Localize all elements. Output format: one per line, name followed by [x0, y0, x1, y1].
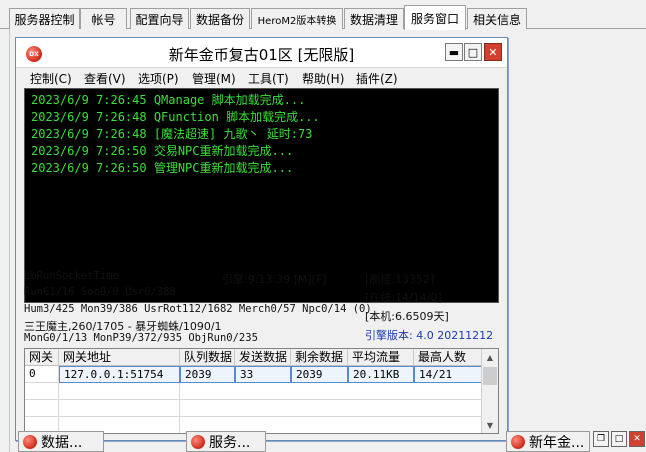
status-object-counters: MonG0/1/13 MonP39/372/935 ObjRun0/235	[24, 332, 258, 344]
minimized-window-2[interactable]: 服务...	[186, 431, 266, 452]
server-window: DX 新年金币复古01区 [无限版] ▬ □ ✕ 控制(C) 查看(V) 选项(…	[15, 37, 508, 441]
table-row-empty	[25, 400, 482, 417]
restore-icon: ❐	[596, 434, 606, 444]
status-run-counters: Run61/16 Soc0/0 Usr0/388	[24, 286, 176, 298]
maximize-button[interactable]: □	[464, 43, 482, 61]
vertical-scrollbar[interactable]: ▲ ▼	[481, 349, 498, 433]
tab-label: 数据备份	[195, 12, 244, 27]
maximize-button[interactable]: □	[611, 431, 627, 447]
scroll-thumb[interactable]	[483, 367, 497, 385]
column-header-send-data[interactable]: 发送数据	[235, 349, 291, 366]
minimized-window-label: 新年金...	[529, 434, 585, 451]
status-machine-uptime: [本机:6.6509天]	[365, 310, 449, 323]
cell-gateway: 0	[25, 366, 59, 383]
column-header-remaining-data[interactable]: 剩余数据	[291, 349, 348, 366]
minimized-window-3[interactable]: 新年金...	[506, 431, 590, 452]
engine-version: 引擎版本: 4.0 20211212	[365, 329, 494, 342]
tab-data-cleanup[interactable]: 数据清理	[344, 8, 404, 29]
main-tab-strip: 服务器控制 帐号 配置向导 数据备份 HeroM2版本转换 数据清理 服务窗口 …	[0, 0, 646, 30]
table-header: 网关 网关地址 队列数据 发送数据 剩余数据 平均流量 最高人数	[25, 349, 482, 366]
app-logo-icon	[23, 434, 37, 449]
scroll-up-icon[interactable]: ▲	[482, 349, 498, 365]
cell-gateway-address: 127.0.0.1:51754	[59, 366, 180, 383]
minimized-window-1[interactable]: 数据...	[18, 431, 104, 452]
tab-related-info[interactable]: 相关信息	[467, 8, 527, 29]
minimize-button[interactable]: ▬	[445, 43, 463, 61]
window-title: 新年金币复古01区 [无限版]	[168, 46, 355, 64]
log-line: 2023/6/9 7:26:48 [魔法超速] 九歌丶 延时:73	[31, 127, 313, 141]
column-header-queue-data[interactable]: 队列数据	[180, 349, 235, 366]
table-row-empty	[25, 383, 482, 400]
tab-account[interactable]: 帐号	[80, 8, 127, 29]
minimized-window-label: 数据...	[41, 434, 83, 451]
tab-label: 帐号	[91, 12, 116, 27]
minimized-window-label: 服务...	[209, 434, 251, 451]
menu-bar: 控制(C) 查看(V) 选项(P) 管理(M) 工具(T) 帮助(H) 插件(Z…	[16, 68, 507, 88]
tab-label: HeroM2版本转换	[257, 15, 337, 27]
log-line: 2023/6/9 7:26:48 QFunction 脚本加载完成...	[31, 110, 320, 124]
menu-options[interactable]: 选项(P)	[138, 70, 179, 87]
tab-label: 相关信息	[472, 12, 521, 27]
gateway-table[interactable]: 网关 网关地址 队列数据 发送数据 剩余数据 平均流量 最高人数 0 127.0…	[24, 348, 499, 434]
cell-send-data: 33	[235, 366, 291, 383]
close-icon: ✕	[488, 45, 498, 59]
column-header-gateway[interactable]: 网关	[25, 349, 59, 366]
tab-label: 配置向导	[135, 12, 184, 27]
tab-label: 数据清理	[349, 12, 398, 27]
window-titlebar[interactable]: DX 新年金币复古01区 [无限版] ▬ □ ✕	[16, 38, 507, 68]
table-row[interactable]: 0 127.0.0.1:51754 2039 33 2039 20.11KB 1…	[25, 366, 482, 383]
scroll-down-icon[interactable]: ▼	[482, 417, 498, 433]
status-runsocket-label: LbRunSocketTime	[24, 270, 119, 282]
menu-manage[interactable]: 管理(M)	[192, 70, 236, 87]
maximize-icon: □	[467, 45, 479, 59]
tab-label: 服务器控制	[14, 12, 75, 27]
tab-service-window[interactable]: 服务窗口	[404, 5, 466, 30]
column-header-gateway-address[interactable]: 网关地址	[59, 349, 180, 366]
tab-config-wizard[interactable]: 配置向导	[130, 8, 189, 29]
menu-plugins[interactable]: 插件(Z)	[356, 70, 398, 87]
menu-help[interactable]: 帮助(H)	[302, 70, 344, 87]
minimize-icon: ▬	[448, 45, 460, 59]
tab-server-control[interactable]: 服务器控制	[9, 8, 80, 29]
log-line: 2023/6/9 7:26:50 管理NPC重新加载完成...	[31, 161, 294, 175]
tab-label: 服务窗口	[410, 11, 459, 26]
menu-tools[interactable]: 工具(T)	[248, 70, 289, 87]
tab-herom2-version-convert[interactable]: HeroM2版本转换	[251, 8, 343, 29]
cell-queue-data: 2039	[180, 366, 235, 383]
status-engine-time: 引擎:9:13:39 [M][F]	[222, 273, 327, 286]
log-line: 2023/6/9 7:26:45 QManage 脚本加载完成...	[31, 93, 306, 107]
cell-avg-traffic: 20.11KB	[348, 366, 414, 383]
log-line: 2023/6/9 7:26:50 交易NPC重新加载完成...	[31, 144, 294, 158]
menu-view[interactable]: 查看(V)	[84, 70, 126, 87]
restore-button[interactable]: ❐	[593, 431, 609, 447]
menu-control[interactable]: 控制(C)	[30, 70, 72, 87]
maximize-icon: □	[614, 434, 624, 444]
cell-remaining-data: 2039	[291, 366, 348, 383]
tab-data-backup[interactable]: 数据备份	[190, 8, 250, 29]
column-header-avg-traffic[interactable]: 平均流量	[348, 349, 414, 366]
close-icon: ✕	[633, 434, 641, 444]
status-monster-refresh: [刷怪:13352]	[365, 273, 435, 286]
cell-max-users: 14/21	[414, 366, 482, 383]
column-header-max-users[interactable]: 最高人数	[414, 349, 482, 366]
app-logo-icon	[511, 434, 525, 449]
status-human-monster-counters: Hum3/425 Mon39/386 UsrRot112/1682 Merch0…	[24, 303, 372, 315]
status-online-count: [在线:14/14/0]	[365, 291, 442, 304]
close-button[interactable]: ✕	[629, 431, 645, 447]
app-logo-icon	[191, 434, 205, 449]
close-button[interactable]: ✕	[484, 43, 502, 61]
